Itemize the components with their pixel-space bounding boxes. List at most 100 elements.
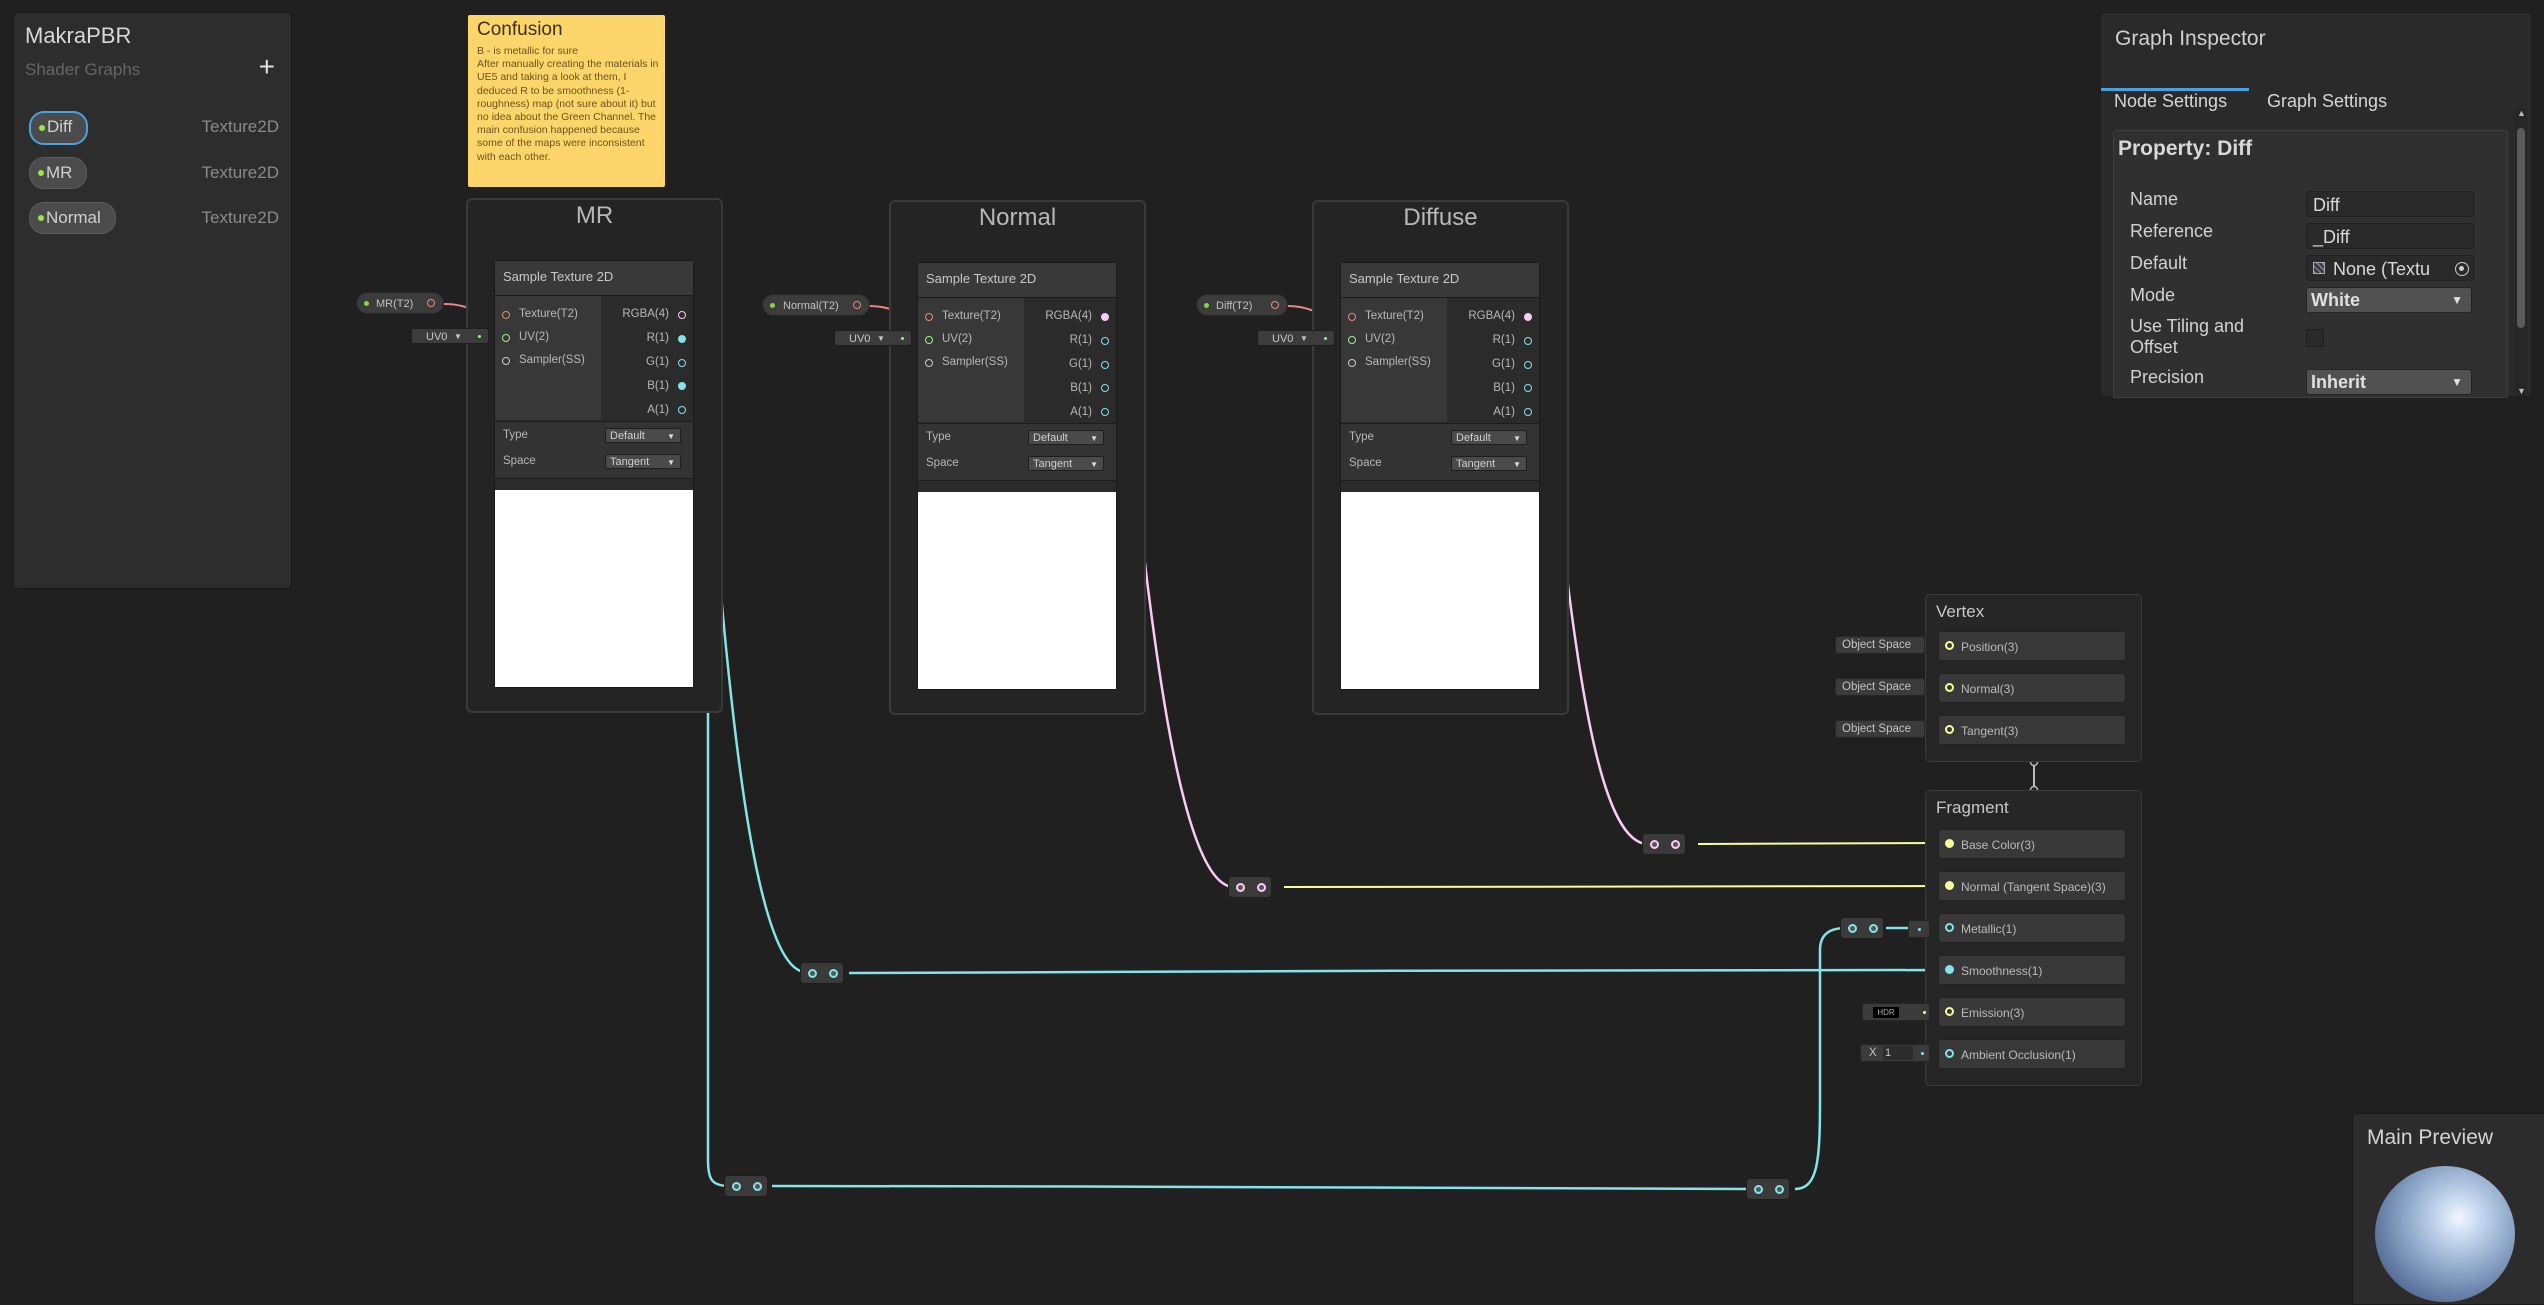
- reroute-out-port[interactable]: [829, 969, 838, 978]
- emission-color-input[interactable]: HDR: [1862, 1003, 1930, 1021]
- fragment-block-base-color[interactable]: Base Color(3): [1938, 829, 2126, 859]
- precision-dropdown[interactable]: Inherit ▼: [2306, 369, 2472, 395]
- mode-dropdown[interactable]: White ▼: [2306, 287, 2472, 313]
- add-property-button[interactable]: +: [259, 53, 275, 81]
- sticky-note[interactable]: Confusion B - is metallic for sure After…: [468, 15, 665, 187]
- ambient-occlusion-input[interactable]: X 1: [1860, 1044, 1930, 1062]
- object-picker-icon[interactable]: [2455, 262, 2469, 276]
- reroute-in-port[interactable]: [1650, 840, 1659, 849]
- scroll-up-icon[interactable]: ▲: [2517, 108, 2526, 118]
- preview-sphere[interactable]: [2375, 1166, 2515, 1302]
- texture-output-port[interactable]: [1271, 301, 1279, 309]
- a-output-port[interactable]: [1524, 408, 1532, 416]
- scroll-down-icon[interactable]: ▼: [2517, 386, 2526, 396]
- reroute-node[interactable]: [724, 1175, 768, 1197]
- uv-channel-diffuse[interactable]: UV0 ▼: [1257, 330, 1335, 346]
- rgba-output-port[interactable]: [1101, 313, 1109, 321]
- sticky-note-body[interactable]: B - is metallic for sure After manually …: [477, 45, 659, 164]
- space-dropdown[interactable]: Tangent ▼: [1451, 456, 1527, 471]
- node-header[interactable]: Sample Texture 2D: [495, 261, 693, 296]
- reroute-node[interactable]: [1746, 1178, 1790, 1200]
- reroute-out-port[interactable]: [753, 1182, 762, 1191]
- ao-value-field[interactable]: 1: [1883, 1046, 1913, 1060]
- sample-texture-node-diffuse[interactable]: Sample Texture 2D Texture(T2) UV(2) Samp…: [1340, 262, 1540, 690]
- reroute-node[interactable]: [1642, 833, 1686, 855]
- a-output-port[interactable]: [1101, 408, 1109, 416]
- property-node-normal[interactable]: Normal(T2): [762, 294, 870, 316]
- inspector-scrollbar[interactable]: ▲ ▼: [2515, 108, 2527, 396]
- block-port[interactable]: [1945, 1049, 1954, 1058]
- property-pill[interactable]: Normal: [29, 202, 116, 234]
- block-port[interactable]: [1945, 881, 1954, 890]
- property-node-mr[interactable]: MR(T2): [356, 292, 444, 314]
- texture-output-port[interactable]: [427, 299, 435, 307]
- object-space-input[interactable]: Object Space: [1835, 720, 1925, 738]
- vertex-block-position[interactable]: Position(3): [1938, 631, 2126, 661]
- group-title[interactable]: MR: [468, 202, 721, 230]
- space-dropdown[interactable]: Tangent ▼: [1028, 456, 1104, 471]
- reroute-in-port[interactable]: [1236, 883, 1245, 892]
- tab-node-settings[interactable]: Node Settings: [2114, 91, 2227, 112]
- reroute-node[interactable]: [1840, 917, 1884, 939]
- r-output-port[interactable]: [1524, 337, 1532, 345]
- group-title[interactable]: Diffuse: [1314, 204, 1567, 232]
- tiling-checkbox[interactable]: [2306, 329, 2324, 347]
- sampler-input-port[interactable]: [925, 359, 933, 367]
- vertex-context[interactable]: Vertex Position(3) Normal(3) Tangent(3): [1925, 594, 2142, 762]
- sample-texture-node-normal[interactable]: Sample Texture 2D Texture(T2) UV(2) Samp…: [917, 262, 1117, 690]
- property-pill[interactable]: Diff: [29, 111, 89, 145]
- r-output-port[interactable]: [678, 335, 686, 343]
- vertex-block-normal[interactable]: Normal(3): [1938, 673, 2126, 703]
- main-preview[interactable]: Main Preview: [2352, 1113, 2544, 1305]
- property-pill[interactable]: MR: [29, 157, 88, 189]
- blackboard-property-row[interactable]: MR Texture2D: [29, 157, 279, 189]
- texture-input-port[interactable]: [1348, 313, 1356, 321]
- texture-input-port[interactable]: [925, 313, 933, 321]
- rgba-output-port[interactable]: [1524, 313, 1532, 321]
- reroute-in-port[interactable]: [1848, 924, 1857, 933]
- fragment-context[interactable]: Fragment Base Color(3) Normal (Tangent S…: [1925, 790, 2142, 1086]
- block-port[interactable]: [1945, 839, 1954, 848]
- block-port[interactable]: [1945, 1007, 1954, 1016]
- texture-output-port[interactable]: [853, 301, 861, 309]
- scrollbar-thumb[interactable]: [2517, 128, 2525, 328]
- b-output-port[interactable]: [1524, 384, 1532, 392]
- reroute-in-port[interactable]: [1754, 1185, 1763, 1194]
- sticky-note-title[interactable]: Confusion: [477, 19, 563, 41]
- name-field[interactable]: Diff: [2306, 191, 2474, 217]
- type-dropdown[interactable]: Default ▼: [1451, 430, 1527, 445]
- b-output-port[interactable]: [678, 382, 686, 390]
- uv-input-port[interactable]: [502, 334, 510, 342]
- reroute-out-port[interactable]: [1671, 840, 1680, 849]
- g-output-port[interactable]: [678, 359, 686, 367]
- group-title[interactable]: Normal: [891, 204, 1144, 232]
- type-dropdown[interactable]: Default ▼: [1028, 430, 1104, 445]
- metallic-input-stub[interactable]: [1908, 920, 1930, 938]
- fragment-block-metallic[interactable]: Metallic(1): [1938, 913, 2126, 943]
- uv-input-port[interactable]: [1348, 336, 1356, 344]
- blackboard-property-row[interactable]: Normal Texture2D: [29, 202, 279, 234]
- block-port[interactable]: [1945, 923, 1954, 932]
- sampler-input-port[interactable]: [1348, 359, 1356, 367]
- property-node-diff[interactable]: Diff(T2): [1196, 294, 1288, 316]
- reroute-node[interactable]: [800, 962, 844, 984]
- uv-channel-normal[interactable]: UV0 ▼: [834, 330, 912, 346]
- reroute-in-port[interactable]: [808, 969, 817, 978]
- blackboard-property-row[interactable]: Diff Texture2D: [29, 111, 279, 145]
- fragment-block-ambient-occlusion[interactable]: Ambient Occlusion(1): [1938, 1039, 2126, 1069]
- tab-graph-settings[interactable]: Graph Settings: [2267, 91, 2387, 112]
- b-output-port[interactable]: [1101, 384, 1109, 392]
- reroute-out-port[interactable]: [1869, 924, 1878, 933]
- uv-channel-mr[interactable]: UV0 ▼: [411, 328, 489, 344]
- type-dropdown[interactable]: Default ▼: [605, 428, 681, 443]
- a-output-port[interactable]: [678, 406, 686, 414]
- fragment-block-smoothness[interactable]: Smoothness(1): [1938, 955, 2126, 985]
- reroute-in-port[interactable]: [732, 1182, 741, 1191]
- object-space-input[interactable]: Object Space: [1835, 636, 1925, 654]
- node-header[interactable]: Sample Texture 2D: [918, 263, 1116, 298]
- texture-input-port[interactable]: [502, 311, 510, 319]
- block-port[interactable]: [1945, 965, 1954, 974]
- object-space-input[interactable]: Object Space: [1835, 678, 1925, 696]
- g-output-port[interactable]: [1101, 361, 1109, 369]
- block-port[interactable]: [1945, 725, 1954, 734]
